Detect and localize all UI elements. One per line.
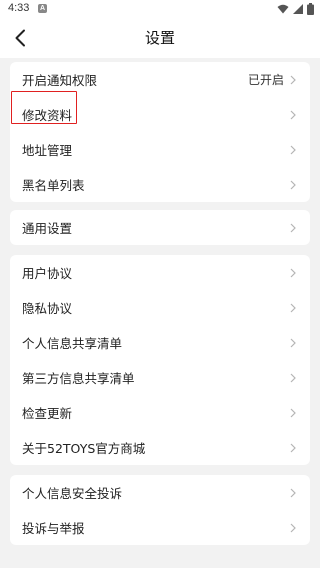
chevron-right-icon [288,487,298,499]
row-third-party-sharing[interactable]: 第三方信息共享清单 [10,360,310,395]
row-blacklist[interactable]: 黑名单列表 [10,167,310,202]
row-label: 黑名单列表 [22,178,85,193]
settings-group-general: 通用设置 [10,210,310,245]
chevron-right-icon [288,302,298,314]
row-label: 地址管理 [22,143,73,158]
chevron-right-icon [288,179,298,191]
row-check-update[interactable]: 检查更新 [10,395,310,430]
row-user-agreement[interactable]: 用户协议 [10,255,310,290]
chevron-right-icon [288,267,298,279]
row-label: 关于52TOYS官方商城 [22,441,146,456]
chevron-right-icon [288,144,298,156]
row-label: 用户协议 [22,266,73,281]
row-label: 修改资料 [22,108,73,123]
status-icons [277,3,314,15]
app-header: 设置 [0,18,320,58]
wifi-icon [277,4,289,14]
row-report[interactable]: 投诉与举报 [10,510,310,545]
cell-signal-icon [293,4,303,14]
row-label: 隐私协议 [22,301,73,316]
chevron-right-icon [288,337,298,349]
row-label: 个人信息共享清单 [22,336,123,351]
chevron-right-icon [288,372,298,384]
row-label: 检查更新 [22,406,73,421]
chevron-right-icon [288,222,298,234]
row-label: 个人信息安全投诉 [22,486,123,501]
row-edit-profile[interactable]: 修改资料 [10,97,310,132]
row-label: 投诉与举报 [22,521,85,536]
chevron-right-icon [288,522,298,534]
row-address-management[interactable]: 地址管理 [10,132,310,167]
a-letter-icon: A [38,4,47,13]
chevron-right-icon [288,442,298,454]
page-title: 设置 [144,29,175,47]
status-time: 4:33 [8,2,30,14]
row-label: 第三方信息共享清单 [22,371,135,386]
row-label: 通用设置 [22,221,73,236]
battery-icon [307,3,314,15]
settings-group-complaints: 个人信息安全投诉 投诉与举报 [10,475,310,545]
chevron-right-icon [288,109,298,121]
row-label: 开启通知权限 [22,73,98,88]
row-personal-info-sharing[interactable]: 个人信息共享清单 [10,325,310,360]
row-about-store[interactable]: 关于52TOYS官方商城 [10,430,310,465]
row-privacy-agreement[interactable]: 隐私协议 [10,290,310,325]
notification-status-value: 已开启 [247,73,284,87]
status-bar: 4:33 A [0,0,320,18]
settings-group-permissions: 开启通知权限 已开启 修改资料 地址管理 黑名单列表 [10,62,310,202]
row-general-settings[interactable]: 通用设置 [10,210,310,245]
chevron-right-icon [288,74,298,86]
chevron-right-icon [288,407,298,419]
settings-group-about: 用户协议 隐私协议 个人信息共享清单 第三方信息共享清单 检查更新 关于52TO… [10,255,310,465]
row-notification-permission[interactable]: 开启通知权限 已开启 [10,62,310,97]
row-personal-info-complaint[interactable]: 个人信息安全投诉 [10,475,310,510]
